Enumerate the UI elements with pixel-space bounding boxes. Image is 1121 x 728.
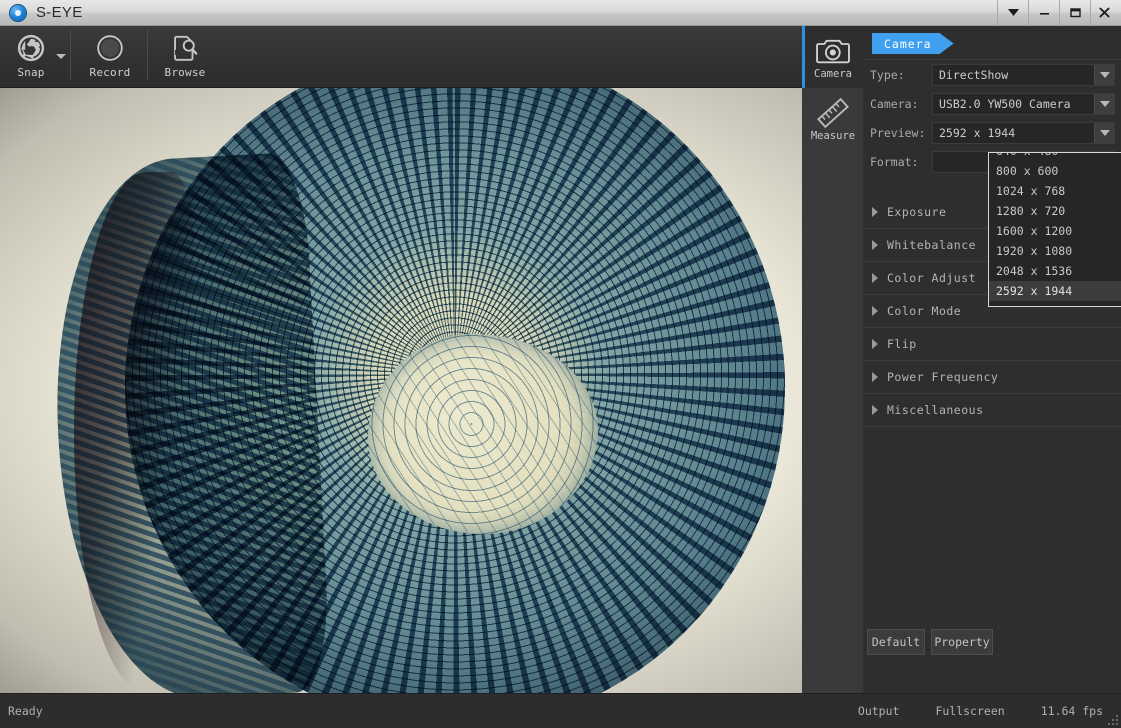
- chevron-right-icon: [872, 273, 878, 283]
- type-select[interactable]: DirectShow: [932, 64, 1115, 86]
- type-select-value: DirectShow: [933, 68, 1094, 82]
- accordion-power-frequency-label: Power Frequency: [887, 370, 998, 384]
- list-item[interactable]: 1600 x 1200: [989, 221, 1121, 241]
- default-button[interactable]: Default: [867, 629, 925, 655]
- preview-resolution-value: 2592 x 1944: [933, 126, 1094, 140]
- accordion-miscellaneous[interactable]: Miscellaneous: [864, 394, 1121, 427]
- dropdown-menu-button[interactable]: [997, 0, 1028, 26]
- field-type-label: Type:: [870, 68, 932, 82]
- chevron-right-icon: [872, 339, 878, 349]
- accordion-flip[interactable]: Flip: [864, 328, 1121, 361]
- vertical-tab-bar: Camera Measure: [802, 26, 864, 693]
- snap-dropdown-caret-icon[interactable]: [56, 54, 66, 59]
- status-output[interactable]: Output: [858, 704, 900, 718]
- preview-stage[interactable]: [0, 88, 802, 693]
- toolbar-separator: [70, 30, 71, 80]
- record-button[interactable]: Record: [81, 26, 139, 88]
- accordion-color-mode-label: Color Mode: [887, 304, 961, 318]
- camera-select-value: USB2.0 YW500 Camera: [933, 97, 1094, 111]
- record-label: Record: [90, 66, 131, 79]
- record-circle-icon: [95, 31, 125, 65]
- field-camera-label: Camera:: [870, 97, 932, 111]
- status-fullscreen[interactable]: Fullscreen: [935, 704, 1004, 718]
- camera-settings-panel: Camera Type: DirectShow Camera: USB2.0 Y…: [864, 26, 1121, 693]
- chevron-right-icon: [872, 240, 878, 250]
- preview-vignette: [0, 88, 802, 693]
- sidebar-item-measure-label: Measure: [811, 130, 855, 142]
- tab-camera[interactable]: Camera: [872, 33, 954, 54]
- microscope-live-preview[interactable]: [0, 88, 802, 693]
- default-button-label: Default: [872, 635, 920, 649]
- accordion-miscellaneous-label: Miscellaneous: [887, 403, 984, 417]
- camera-select[interactable]: USB2.0 YW500 Camera: [932, 93, 1115, 115]
- field-type: Type: DirectShow: [864, 60, 1121, 89]
- field-preview: Preview: 2592 x 1944: [864, 118, 1121, 147]
- browse-label: Browse: [165, 66, 206, 79]
- app-logo-icon: [10, 5, 26, 21]
- property-button-label: Property: [934, 635, 989, 649]
- browse-button[interactable]: Browse: [156, 26, 214, 88]
- field-preview-label: Preview:: [870, 126, 932, 140]
- chevron-right-icon: [872, 372, 878, 382]
- minimize-button[interactable]: [1028, 0, 1059, 26]
- camera-icon: [816, 34, 850, 68]
- application-window: S-EYE: [0, 0, 1121, 728]
- preview-resolution-option-list: 640 x 480 800 x 600 1024 x 768 1280 x 72…: [989, 152, 1121, 301]
- window-controls: [997, 0, 1121, 26]
- status-fps: 11.64 fps: [1041, 704, 1103, 718]
- list-item[interactable]: 640 x 480: [989, 152, 1121, 161]
- status-bar: Ready Output Fullscreen 11.64 fps: [0, 693, 1121, 728]
- chevron-right-icon: [872, 207, 878, 217]
- status-ready: Ready: [8, 704, 43, 718]
- accordion-flip-label: Flip: [887, 337, 917, 351]
- accordion-power-frequency[interactable]: Power Frequency: [864, 361, 1121, 394]
- close-button[interactable]: [1090, 0, 1121, 26]
- window-title: S-EYE: [36, 4, 83, 21]
- tab-camera-label: Camera: [884, 37, 932, 51]
- list-item-selected[interactable]: 2592 x 1944: [989, 281, 1121, 301]
- preview-resolution-dropdown[interactable]: 640 x 480 800 x 600 1024 x 768 1280 x 72…: [988, 152, 1121, 307]
- status-right-group: Output Fullscreen 11.64 fps: [858, 704, 1121, 718]
- accordion-whitebalance-label: Whitebalance: [887, 238, 976, 252]
- snap-label: Snap: [17, 66, 44, 79]
- chevron-down-icon[interactable]: [1094, 94, 1114, 114]
- sidebar-item-camera-label: Camera: [814, 68, 852, 80]
- toolbar-separator-2: [147, 30, 148, 80]
- preview-resolution-select[interactable]: 2592 x 1944: [932, 122, 1115, 144]
- chevron-down-icon[interactable]: [1094, 123, 1114, 143]
- ruler-icon: [816, 96, 850, 130]
- sidebar-item-camera[interactable]: Camera: [802, 26, 864, 88]
- list-item[interactable]: 1920 x 1080: [989, 241, 1121, 261]
- chevron-right-icon: [872, 405, 878, 415]
- property-button[interactable]: Property: [931, 629, 993, 655]
- title-bar: S-EYE: [0, 0, 1121, 26]
- chevron-down-icon[interactable]: [1094, 65, 1114, 85]
- list-item[interactable]: 1024 x 768: [989, 181, 1121, 201]
- maximize-button[interactable]: [1059, 0, 1090, 26]
- accordion-exposure-label: Exposure: [887, 205, 946, 219]
- list-item[interactable]: 1280 x 720: [989, 201, 1121, 221]
- chevron-right-icon: [872, 306, 878, 316]
- panel-tab-strip: Camera: [864, 26, 1121, 60]
- snap-button[interactable]: Snap: [8, 26, 54, 88]
- sidebar-item-measure[interactable]: Measure: [802, 88, 864, 150]
- browse-folder-search-icon: [170, 31, 200, 65]
- panel-action-buttons: Default Property: [864, 623, 1121, 667]
- list-item[interactable]: 2048 x 1536: [989, 261, 1121, 281]
- field-format-label: Format:: [870, 155, 932, 169]
- list-item[interactable]: 800 x 600: [989, 161, 1121, 181]
- accordion-color-adjust-label: Color Adjust: [887, 271, 976, 285]
- aperture-icon: [16, 31, 46, 65]
- right-dock: Camera Measure Camera: [802, 26, 1121, 693]
- resize-grip-icon[interactable]: [1106, 713, 1118, 725]
- field-camera: Camera: USB2.0 YW500 Camera: [864, 89, 1121, 118]
